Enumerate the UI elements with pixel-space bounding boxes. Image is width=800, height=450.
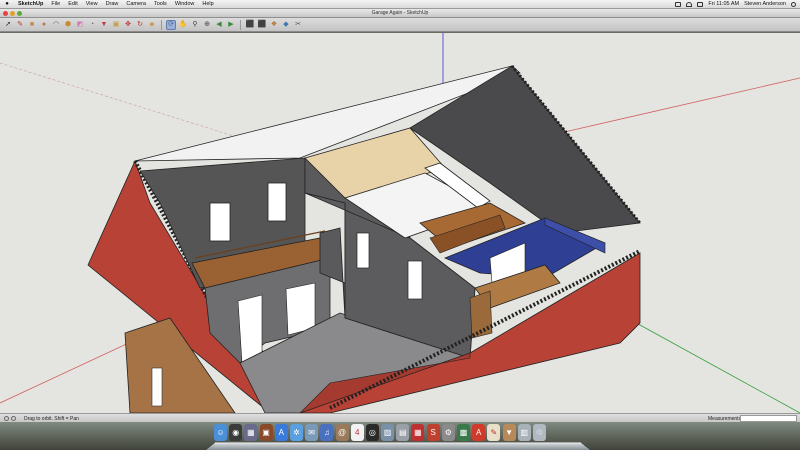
menu-app-name[interactable]: SketchUp <box>14 1 47 7</box>
geo-location-icon[interactable] <box>4 415 9 421</box>
status-hint: Drag to orbit. Shift = Pan <box>24 415 79 422</box>
spotlight-icon[interactable] <box>791 1 796 7</box>
orbit-icon[interactable]: ⟳ <box>166 19 176 30</box>
eraser-icon[interactable]: ◩ <box>75 20 85 30</box>
menu-draw[interactable]: Draw <box>102 1 123 7</box>
move-icon[interactable]: ✥ <box>123 20 133 30</box>
mail-icon[interactable]: ✉ <box>305 424 319 441</box>
downloads-stack-icon[interactable]: ▼ <box>502 424 516 441</box>
credits-icon[interactable] <box>11 415 16 421</box>
get-models-icon[interactable]: ⬛ <box>245 20 255 30</box>
make-component-icon[interactable]: ⬢ <box>63 20 73 30</box>
photo-booth-icon[interactable]: ◎ <box>365 424 379 441</box>
system-preferences-icon[interactable]: ⚙ <box>441 424 455 441</box>
menu-edit[interactable]: Edit <box>64 1 81 7</box>
apple-menu-icon[interactable]: ● <box>0 1 14 7</box>
menu-window[interactable]: Window <box>171 1 199 7</box>
offset-icon[interactable]: ◈ <box>147 20 157 30</box>
wifi-icon[interactable] <box>686 1 693 7</box>
window-title: Garage Again - SketchUp <box>371 10 429 16</box>
status-bar: Drag to orbit. Shift = Pan Measurements <box>0 413 800 422</box>
line-icon[interactable]: ✎ <box>15 20 25 30</box>
menu-clock[interactable]: Fri 11:05 AM <box>708 1 739 7</box>
battery-icon[interactable] <box>675 1 682 7</box>
menu-view[interactable]: View <box>82 1 102 7</box>
push-pull-icon[interactable]: ▣ <box>111 20 121 30</box>
layout-icon[interactable]: ✂ <box>293 20 303 30</box>
tape-measure-icon[interactable]: ◔ <box>87 20 97 30</box>
measurements-input[interactable] <box>740 415 797 422</box>
iphoto-icon[interactable]: ▨ <box>381 424 395 441</box>
menu-extras: Fri 11:05 AM Steven Anderson <box>675 1 800 7</box>
window-title-bar: Garage Again - SketchUp <box>0 9 800 18</box>
contacts-icon[interactable]: @ <box>335 424 349 441</box>
image-capture-icon[interactable]: ▩ <box>457 424 470 441</box>
arc-icon[interactable]: ◠ <box>51 20 61 30</box>
window-left-1 <box>209 202 231 242</box>
menu-help[interactable]: Help <box>198 1 217 7</box>
dashboard-icon[interactable]: ◉ <box>229 424 243 441</box>
paint-bucket-icon[interactable]: ▼ <box>99 20 109 30</box>
lower-window <box>151 367 163 407</box>
dock-icons: ☺ ◉ ▦ ▣ A ✲ ✉ ♫ @4 ◎ ▨ ▤ ▦ S ⚙ ▩ A ✎ ▼ ▥ ♲ <box>214 424 546 441</box>
acrobat-icon[interactable]: A <box>472 424 486 441</box>
menu-user[interactable]: Steven Anderson <box>744 1 786 7</box>
zoom-extents-icon[interactable]: ⊕ <box>202 20 212 30</box>
preview-icon[interactable]: ▤ <box>396 424 410 441</box>
trash-icon[interactable]: ♲ <box>532 424 546 441</box>
garage-opening-2 <box>285 282 316 336</box>
finder-icon[interactable]: ☺ <box>214 424 227 441</box>
rectangle-icon[interactable]: ■ <box>27 20 37 30</box>
zoom-icon[interactable]: ⚲ <box>190 20 200 30</box>
drawing-area[interactable] <box>0 33 800 413</box>
volume-icon[interactable] <box>697 1 704 7</box>
toolbar-separator <box>161 19 162 30</box>
window-left-2 <box>267 182 287 222</box>
window-mid-2 <box>407 260 423 300</box>
dock-shelf <box>206 442 590 450</box>
photo-app-icon[interactable]: ▣ <box>259 424 273 441</box>
menu-tools[interactable]: Tools <box>150 1 171 7</box>
toolbar: ➚ ✎ ■ ● ◠ ⬢ ◩ ◔ ▼ ▣ ✥ ↻ ◈ ⟳ ✋ ⚲ ⊕ ◀ ▶ ⬛ ⬛ ❖ ◆ ✂ <box>0 18 800 32</box>
menu-file[interactable]: File <box>47 1 64 7</box>
extension-icon[interactable]: ◆ <box>281 20 291 30</box>
textedit-icon[interactable]: ✎ <box>487 424 501 441</box>
menu-camera[interactable]: Camera <box>122 1 150 7</box>
next-view-icon[interactable]: ▶ <box>226 20 236 30</box>
rotate-icon[interactable]: ↻ <box>135 20 145 30</box>
documents-stack-icon[interactable]: ▥ <box>517 424 531 441</box>
select-icon[interactable]: ➚ <box>3 20 13 30</box>
components-icon[interactable]: ❖ <box>269 20 279 30</box>
toolbar-separator <box>240 19 241 30</box>
pan-icon[interactable]: ✋ <box>178 20 188 30</box>
garage-opening-1 <box>237 294 263 364</box>
screen: ● SketchUp File Edit View Draw Camera To… <box>0 0 800 450</box>
pdf-app-icon[interactable]: ▦ <box>411 424 425 441</box>
menu-bar: ● SketchUp File Edit View Draw Camera To… <box>0 0 800 9</box>
calendar-icon[interactable]: 4 <box>350 424 364 441</box>
circle-icon[interactable]: ● <box>39 20 49 30</box>
previous-view-icon[interactable]: ◀ <box>214 20 224 30</box>
app-store-icon[interactable]: A <box>274 424 288 441</box>
window-mid-1 <box>356 232 370 269</box>
red-axis-dashed <box>0 62 241 139</box>
safari-icon[interactable]: ✲ <box>289 424 303 441</box>
red-axis <box>559 77 800 134</box>
measurements-label: Measurements <box>708 415 742 422</box>
share-model-icon[interactable]: ⬛ <box>257 20 267 30</box>
mission-control-icon[interactable]: ▦ <box>244 424 258 441</box>
itunes-icon[interactable]: ♫ <box>320 424 334 441</box>
model-canvas[interactable] <box>0 33 800 413</box>
sketchup-icon[interactable]: S <box>426 424 440 441</box>
dock: ☺ ◉ ▦ ▣ A ✲ ✉ ♫ @4 ◎ ▨ ▤ ▦ S ⚙ ▩ A ✎ ▼ ▥ ♲ <box>206 424 590 450</box>
